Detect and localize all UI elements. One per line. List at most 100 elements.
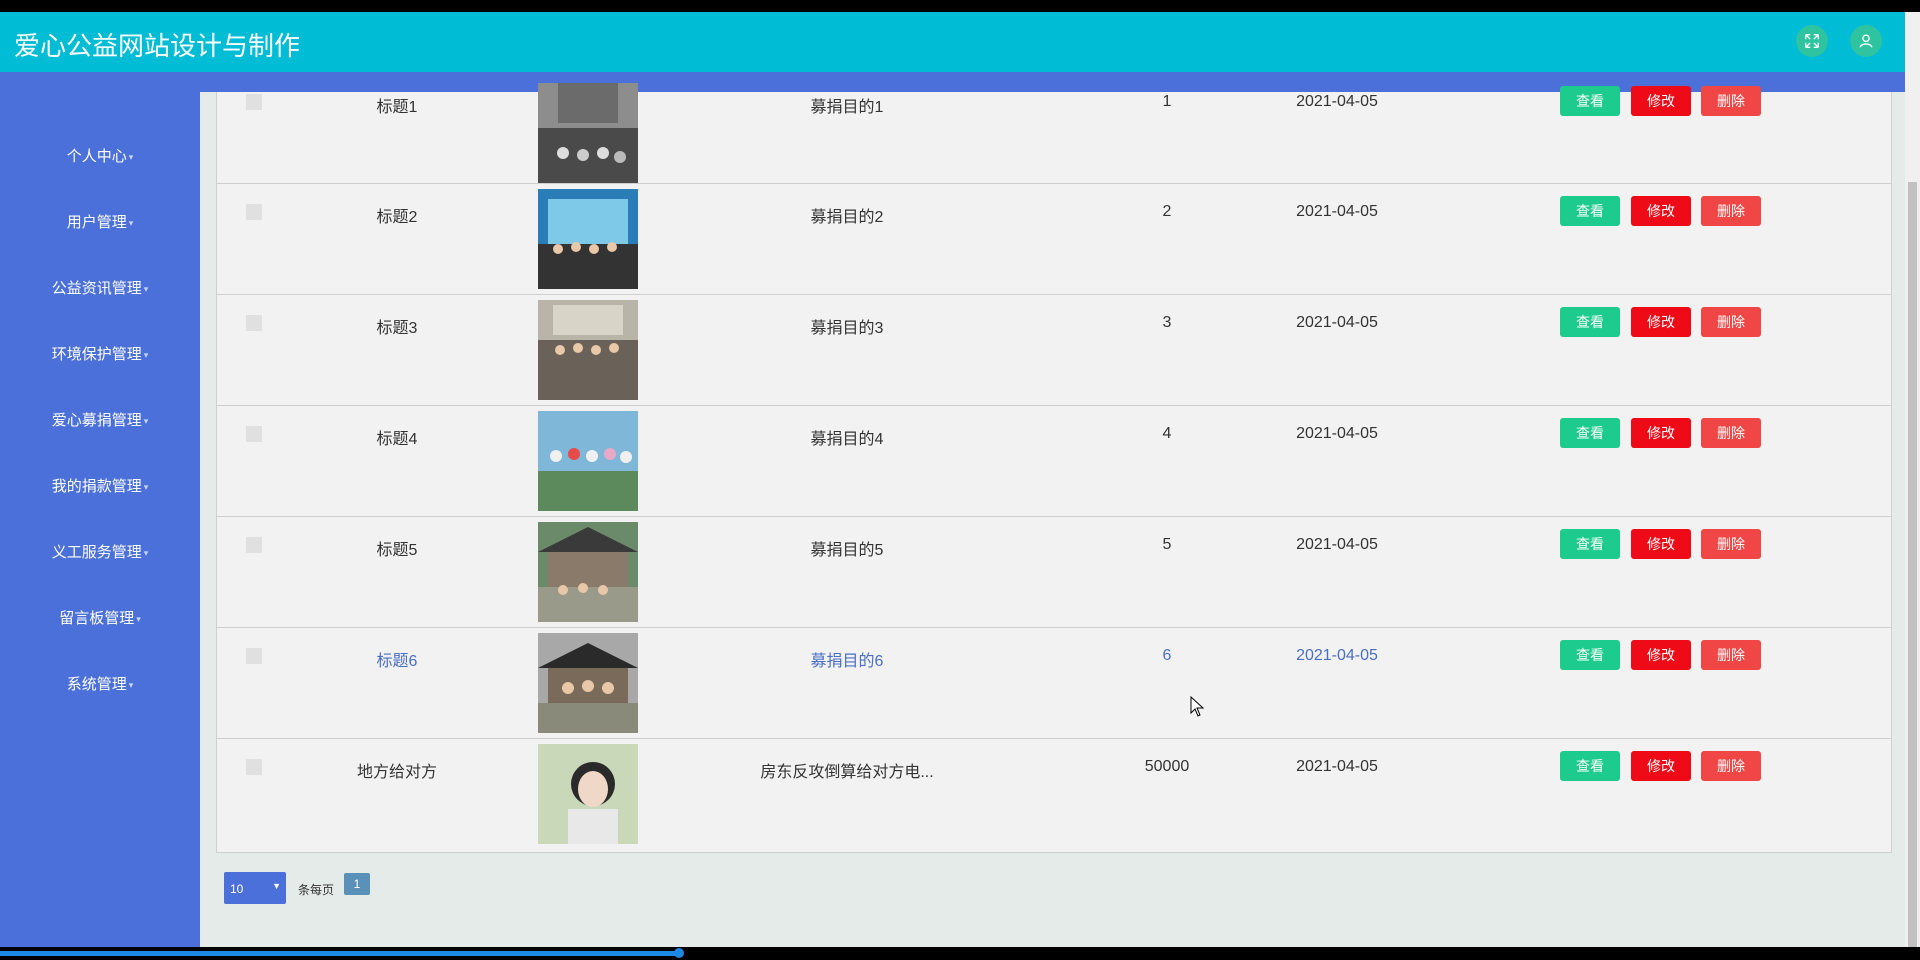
row-amount: 6 <box>1162 647 1172 664</box>
view-button[interactable]: 查看 <box>1560 640 1620 670</box>
sidebar-item-message-board[interactable]: 留言板管理 ▾ <box>0 607 200 628</box>
view-button[interactable]: 查看 <box>1560 307 1620 337</box>
row-purpose: 募捐目的4 <box>810 431 884 448</box>
per-page-label: 条每页 <box>298 883 335 897</box>
row-date: 2021-04-05 <box>1296 647 1378 664</box>
delete-button[interactable]: 删除 <box>1701 307 1761 337</box>
chevron-down-icon: ▾ <box>136 613 141 624</box>
row-checkbox[interactable] <box>246 537 262 553</box>
app-window: 爱心公益网站设计与制作 个人中心 ▾ 用户管理 ▾ 公益资讯管理 ▾ 环境保护管理 ▾ … <box>0 12 1905 947</box>
chevron-down-icon: ▼ <box>272 881 281 891</box>
row-checkbox[interactable] <box>246 315 262 331</box>
row-checkbox[interactable] <box>246 648 262 664</box>
mouse-cursor-icon <box>1190 696 1205 717</box>
main-content: 标题1 募捐目的1 1 2021-04-05 查看 修改 删除 标题2 募捐目的… <box>200 83 1905 947</box>
row-amount: 2 <box>1162 203 1172 220</box>
page-number-button[interactable]: 1 <box>344 873 370 895</box>
view-button[interactable]: 查看 <box>1560 529 1620 559</box>
sidebar-item-system-management[interactable]: 系统管理 ▾ <box>0 673 200 694</box>
delete-button[interactable]: 删除 <box>1701 751 1761 781</box>
table-row[interactable]: 标题4 募捐目的4 4 2021-04-05 查看 修改 删除 <box>217 406 1891 517</box>
delete-button[interactable]: 删除 <box>1701 418 1761 448</box>
table-row[interactable]: 标题5 募捐目的5 5 2021-04-05 查看 修改 删除 <box>217 517 1891 628</box>
user-icon[interactable] <box>1850 25 1882 57</box>
view-button[interactable]: 查看 <box>1560 86 1620 116</box>
row-title: 标题2 <box>376 209 418 226</box>
row-amount: 1 <box>1162 93 1172 110</box>
edit-button[interactable]: 修改 <box>1631 196 1691 226</box>
edit-button[interactable]: 修改 <box>1631 418 1691 448</box>
row-amount: 3 <box>1162 314 1172 331</box>
table-row[interactable]: 标题2 募捐目的2 2 2021-04-05 查看 修改 删除 <box>217 184 1891 295</box>
fullscreen-icon[interactable] <box>1796 25 1828 57</box>
edit-button[interactable]: 修改 <box>1631 307 1691 337</box>
row-image <box>538 411 638 511</box>
chevron-down-icon: ▾ <box>143 481 149 492</box>
sidebar-item-my-donations[interactable]: 我的捐款管理 ▾ <box>0 475 200 496</box>
sidebar-item-label: 环境保护管理 <box>51 346 142 363</box>
video-progress-handle[interactable] <box>674 948 684 958</box>
table-row[interactable]: 地方给对方 房东反攻倒算给对方电... 50000 2021-04-05 查看 … <box>217 739 1891 851</box>
table-row[interactable]: 标题1 募捐目的1 1 2021-04-05 查看 修改 删除 <box>217 83 1891 184</box>
scrollbar[interactable] <box>1905 12 1920 947</box>
chevron-down-icon: ▾ <box>143 349 149 360</box>
row-title: 地方给对方 <box>356 764 437 781</box>
app-title: 爱心公益网站设计与制作 <box>14 31 301 61</box>
row-title: 标题3 <box>376 320 418 337</box>
chevron-down-icon: ▾ <box>128 679 134 690</box>
delete-button[interactable]: 删除 <box>1701 640 1761 670</box>
sidebar-item-label: 系统管理 <box>66 676 127 693</box>
delete-button[interactable]: 删除 <box>1701 86 1761 116</box>
row-date: 2021-04-05 <box>1296 203 1378 220</box>
row-checkbox[interactable] <box>246 204 262 220</box>
view-button[interactable]: 查看 <box>1560 418 1620 448</box>
row-title: 标题5 <box>376 542 418 559</box>
page-size-select[interactable]: 10 ▼ <box>224 872 286 904</box>
donation-table: 标题1 募捐目的1 1 2021-04-05 查看 修改 删除 标题2 募捐目的… <box>216 83 1892 853</box>
chevron-down-icon: ▾ <box>143 283 149 294</box>
row-purpose: 募捐目的2 <box>810 209 884 226</box>
top-header: 爱心公益网站设计与制作 <box>0 12 1905 72</box>
sidebar-item-user-management[interactable]: 用户管理 ▾ <box>0 211 200 232</box>
row-date: 2021-04-05 <box>1296 93 1378 110</box>
page-size-value: 10 <box>230 882 244 896</box>
sidebar-item-label: 留言板管理 <box>59 610 135 627</box>
scrollbar-thumb[interactable] <box>1908 182 1917 947</box>
row-purpose: 房东反攻倒算给对方电... <box>760 764 934 781</box>
edit-button[interactable]: 修改 <box>1631 529 1691 559</box>
sidebar-item-volunteer-management[interactable]: 义工服务管理 ▾ <box>0 541 200 562</box>
edit-button[interactable]: 修改 <box>1631 640 1691 670</box>
edit-button[interactable]: 修改 <box>1631 751 1691 781</box>
row-image <box>538 744 638 844</box>
row-date: 2021-04-05 <box>1296 536 1378 553</box>
view-button[interactable]: 查看 <box>1560 196 1620 226</box>
sidebar-item-label: 义工服务管理 <box>51 544 142 561</box>
row-title: 标题6 <box>376 653 418 670</box>
table-row[interactable]: 标题6 募捐目的6 6 2021-04-05 查看 修改 删除 <box>217 628 1891 739</box>
sidebar-item-label: 我的捐款管理 <box>51 478 142 495</box>
row-date: 2021-04-05 <box>1296 758 1378 775</box>
table-row[interactable]: 标题3 募捐目的3 3 2021-04-05 查看 修改 删除 <box>217 295 1891 406</box>
delete-button[interactable]: 删除 <box>1701 529 1761 559</box>
row-checkbox[interactable] <box>246 426 262 442</box>
edit-button[interactable]: 修改 <box>1631 86 1691 116</box>
row-checkbox[interactable] <box>246 759 262 775</box>
row-amount: 5 <box>1162 536 1172 553</box>
row-purpose: 募捐目的3 <box>810 320 884 337</box>
sidebar-item-news-management[interactable]: 公益资讯管理 ▾ <box>0 277 200 298</box>
chevron-down-icon: ▾ <box>128 151 134 162</box>
view-button[interactable]: 查看 <box>1560 751 1620 781</box>
row-image <box>538 633 638 733</box>
sidebar-item-environment-management[interactable]: 环境保护管理 ▾ <box>0 343 200 364</box>
sidebar-item-personal-center[interactable]: 个人中心 ▾ <box>0 145 200 166</box>
row-checkbox[interactable] <box>246 94 262 110</box>
sidebar-item-label: 个人中心 <box>66 148 127 165</box>
sidebar-item-donation-management[interactable]: 爱心募捐管理 ▾ <box>0 409 200 430</box>
delete-button[interactable]: 删除 <box>1701 196 1761 226</box>
row-date: 2021-04-05 <box>1296 425 1378 442</box>
chevron-down-icon: ▾ <box>143 415 149 426</box>
row-image <box>538 83 638 183</box>
sidebar-item-label: 公益资讯管理 <box>51 280 142 297</box>
video-progress-bar[interactable] <box>0 951 680 956</box>
row-image <box>538 300 638 400</box>
